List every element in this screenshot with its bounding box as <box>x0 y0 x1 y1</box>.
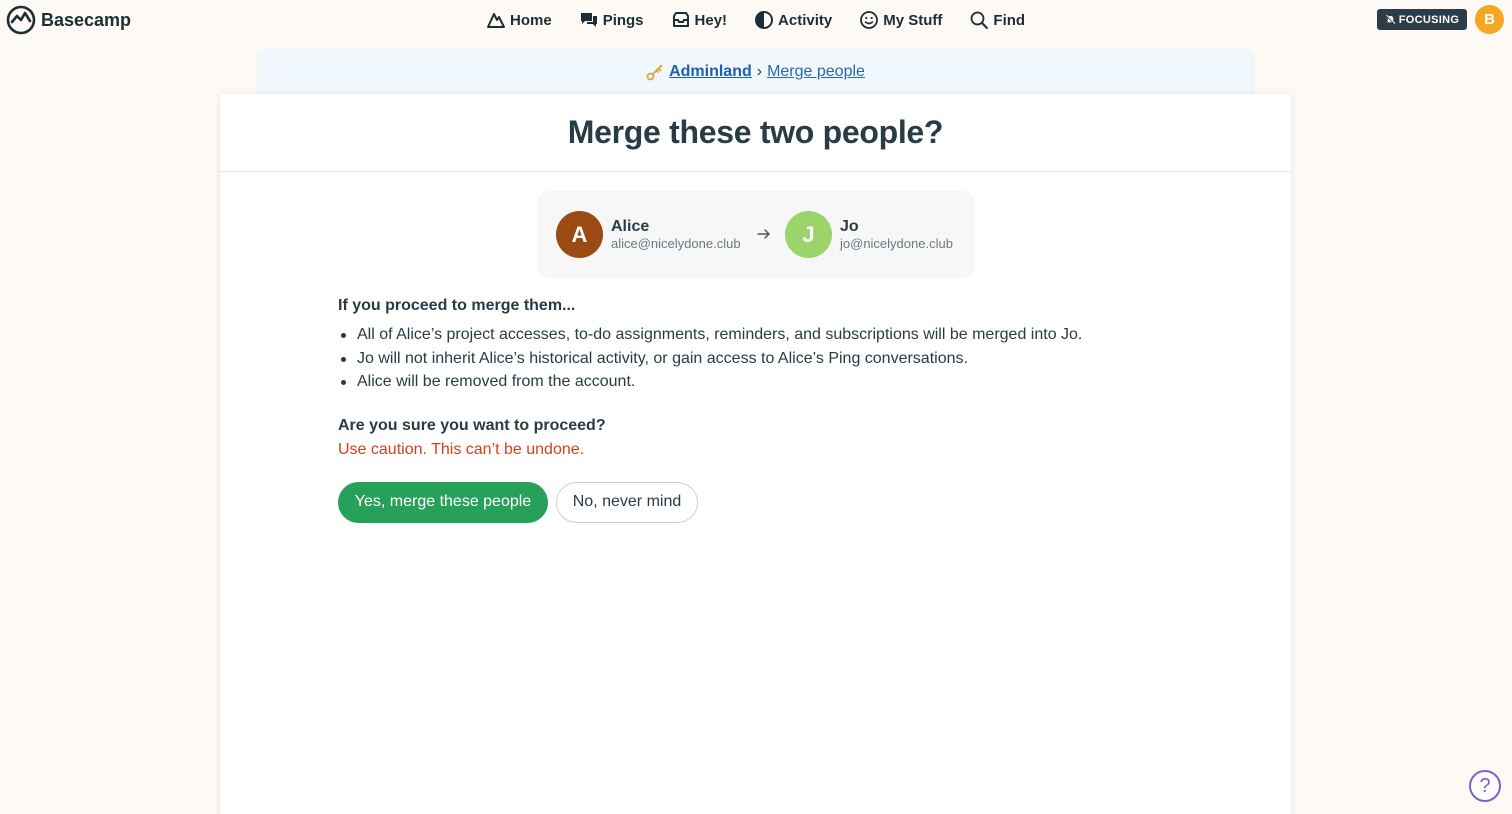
breadcrumb-separator: › <box>756 63 763 80</box>
arrow-right-icon <box>757 229 770 239</box>
confirm-question: Are you sure you want to proceed? <box>338 416 606 434</box>
focusing-label: FOCUSING <box>1398 13 1460 26</box>
consequences-list: All of Alice’s project accesses, to-do a… <box>338 323 1198 394</box>
target-avatar: J <box>785 211 832 258</box>
magnifier-icon <box>971 11 989 29</box>
card-header: Merge these two people? <box>220 94 1291 172</box>
help-button[interactable]: ? <box>1469 770 1501 802</box>
bell-off-icon <box>1385 14 1396 25</box>
merge-source-person: A Alice alice@nicelydone.club <box>556 211 741 258</box>
target-info: Jo jo@nicelydone.club <box>840 218 953 252</box>
page-title: Merge these two people? <box>567 114 944 150</box>
source-email: alice@nicelydone.club <box>611 235 741 251</box>
caution-text: Use caution. This can’t be undone. <box>338 440 585 458</box>
breadcrumb-merge-people-link[interactable]: Merge people <box>767 63 865 81</box>
nav-activity[interactable]: Activity <box>754 10 832 30</box>
user-avatar[interactable]: B <box>1475 5 1504 34</box>
source-name: Alice <box>611 217 650 235</box>
confirm-merge-button[interactable]: Yes, merge these people <box>338 481 548 523</box>
breadcrumb: Adminland › Merge people <box>259 50 1252 94</box>
nav-my-stuff[interactable]: My Stuff <box>859 10 942 30</box>
merge-summary: A Alice alice@nicelydone.club J Jo jo@ni… <box>537 191 975 278</box>
basecamp-logo[interactable]: Basecamp <box>6 5 132 35</box>
merge-target-person: J Jo jo@nicelydone.club <box>785 211 953 258</box>
action-buttons: Yes, merge these people No, never mind <box>338 481 1198 523</box>
breadcrumb-adminland-link[interactable]: Adminland <box>669 63 752 81</box>
top-navigation-bar: Basecamp Home Pings Hey! Activity My Stu… <box>0 0 1512 40</box>
app-name: Basecamp <box>41 9 132 30</box>
main-nav: Home Pings Hey! Activity My Stuff Find <box>486 8 1052 32</box>
basecamp-logo-icon <box>6 5 36 35</box>
nav-find[interactable]: Find <box>969 10 1025 30</box>
list-item: Alice will be removed from the account. <box>338 370 1198 394</box>
nav-my-stuff-label: My Stuff <box>883 11 943 29</box>
focusing-badge[interactable]: FOCUSING <box>1377 9 1467 30</box>
target-name: Jo <box>840 217 859 235</box>
nav-hey[interactable]: Hey! <box>671 10 728 30</box>
mountain-icon <box>487 13 505 28</box>
nav-pings[interactable]: Pings <box>579 10 644 30</box>
main-card: Merge these two people? A Alice alice@ni… <box>220 94 1291 814</box>
inbox-icon <box>672 12 689 27</box>
smiley-icon <box>860 11 879 29</box>
cancel-button[interactable]: No, never mind <box>556 481 698 523</box>
half-moon-icon <box>755 11 774 29</box>
source-avatar: A <box>556 211 603 258</box>
chat-bubbles-icon <box>580 13 597 27</box>
nav-find-label: Find <box>993 11 1026 29</box>
target-email: jo@nicelydone.club <box>840 235 953 251</box>
nav-pings-label: Pings <box>602 11 644 29</box>
list-item: All of Alice’s project accesses, to-do a… <box>338 323 1198 347</box>
merge-details: If you proceed to merge them... All of A… <box>338 296 1198 523</box>
nav-activity-label: Activity <box>778 11 833 29</box>
nav-home-label: Home <box>510 11 552 29</box>
source-info: Alice alice@nicelydone.club <box>611 218 741 252</box>
details-heading: If you proceed to merge them... <box>338 297 576 314</box>
list-item: Jo will not inherit Alice’s historical a… <box>338 347 1198 371</box>
nav-hey-label: Hey! <box>694 11 728 29</box>
key-icon <box>646 64 663 81</box>
nav-home[interactable]: Home <box>486 10 552 30</box>
